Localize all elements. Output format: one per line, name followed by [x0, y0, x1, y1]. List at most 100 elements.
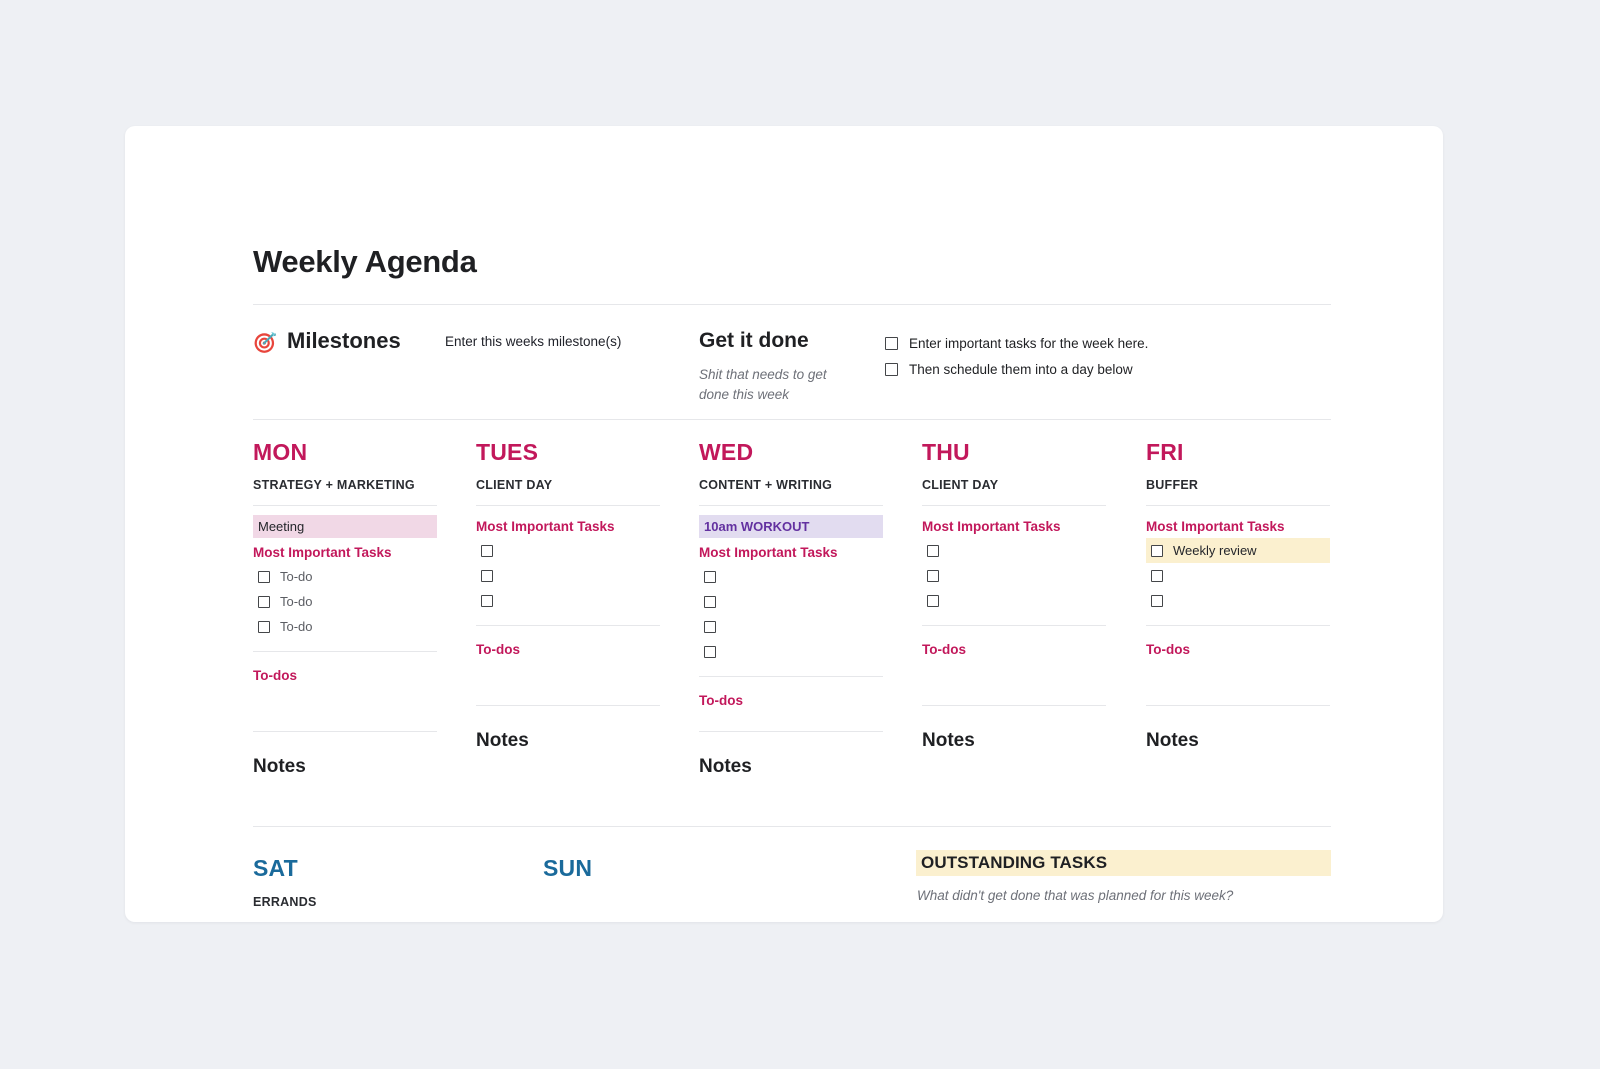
day-theme: STRATEGY + MARKETING: [253, 478, 415, 492]
agenda-card: Weekly Agenda Milestones Enter this week…: [125, 126, 1443, 922]
notes-label: Notes: [253, 756, 306, 777]
checkbox-icon[interactable]: [481, 569, 493, 582]
most-important-tasks-label: Most Important Tasks: [476, 519, 615, 534]
day-column-wed: WED CONTENT + WRITING 10am WORKOUT Most …: [699, 419, 883, 778]
outstanding-tasks-title: OUTSTANDING TASKS: [921, 853, 1108, 872]
task-label: To-do: [280, 594, 313, 609]
get-it-done-block: Get it done Shit that needs to get done …: [699, 329, 829, 404]
week-checklist-label: Then schedule them into a day below: [909, 362, 1133, 377]
task-row[interactable]: To-do: [253, 564, 437, 589]
checkbox-icon[interactable]: [704, 595, 716, 608]
task-row[interactable]: [1146, 588, 1330, 613]
page-title: Weekly Agenda: [253, 244, 477, 279]
week-checklist: Enter important tasks for the week here.…: [885, 331, 1148, 383]
day-divider: [253, 505, 437, 506]
day-divider: [476, 625, 660, 626]
week-grid: MON STRATEGY + MARKETING Meeting Most Im…: [253, 419, 1331, 826]
day-name: FRI: [1146, 439, 1184, 465]
day-divider: [1146, 505, 1330, 506]
week-checklist-item[interactable]: Then schedule them into a day below: [885, 357, 1148, 382]
day-theme: CLIENT DAY: [922, 478, 999, 492]
checkbox-icon[interactable]: [927, 594, 939, 607]
checkbox-icon[interactable]: [1151, 594, 1163, 607]
milestones-hint[interactable]: Enter this weeks milestone(s): [445, 334, 621, 349]
task-row[interactable]: [922, 588, 1106, 613]
day-name: WED: [699, 439, 754, 465]
day-divider: [476, 505, 660, 506]
day-name: MON: [253, 439, 308, 465]
most-important-tasks-label: Most Important Tasks: [253, 545, 392, 560]
agenda-content: Weekly Agenda Milestones Enter this week…: [253, 126, 1331, 922]
day-divider: [922, 505, 1106, 506]
task-label: To-do: [280, 569, 313, 584]
day-divider: [476, 705, 660, 706]
day-column-fri: FRI BUFFER Most Important Tasks Weekly r…: [1146, 419, 1330, 752]
notes-label: Notes: [922, 730, 975, 751]
day-column-sat: SAT ERRANDS: [253, 826, 317, 909]
day-divider: [253, 731, 437, 732]
get-it-done-title: Get it done: [699, 329, 809, 352]
checkbox-icon[interactable]: [258, 570, 270, 583]
day-theme: ERRANDS: [253, 895, 317, 909]
checkbox-icon[interactable]: [885, 363, 898, 376]
task-row[interactable]: [699, 614, 883, 639]
day-divider: [253, 651, 437, 652]
checkbox-icon[interactable]: [704, 620, 716, 633]
task-row[interactable]: [476, 563, 660, 588]
task-row[interactable]: [699, 639, 883, 664]
most-important-tasks-label: Most Important Tasks: [922, 519, 1061, 534]
checkbox-icon[interactable]: [885, 337, 898, 350]
day-divider: [699, 676, 883, 677]
week-checklist-label: Enter important tasks for the week here.: [909, 336, 1149, 351]
header-band: Milestones Enter this weeks milestone(s)…: [253, 304, 1331, 419]
checkbox-icon[interactable]: [258, 595, 270, 608]
day-column-tues: TUES CLIENT DAY Most Important Tasks To-…: [476, 419, 660, 752]
todos-label: To-dos: [1146, 642, 1190, 657]
checkbox-icon[interactable]: [704, 645, 716, 658]
checkbox-icon[interactable]: [704, 570, 716, 583]
checkbox-icon[interactable]: [1151, 569, 1163, 582]
task-row[interactable]: To-do: [253, 589, 437, 614]
task-label: Weekly review: [1173, 543, 1257, 558]
checkbox-icon[interactable]: [1151, 544, 1163, 557]
most-important-tasks-label: Most Important Tasks: [699, 545, 838, 560]
day-name: THU: [922, 439, 970, 465]
day-divider: [922, 625, 1106, 626]
day-schedule-entry[interactable]: Meeting: [253, 515, 437, 538]
todos-label: To-dos: [922, 642, 966, 657]
notes-label: Notes: [476, 730, 529, 751]
target-icon: [253, 329, 278, 354]
task-row[interactable]: [922, 563, 1106, 588]
day-schedule-entry[interactable]: 10am WORKOUT: [699, 515, 883, 538]
day-column-mon: MON STRATEGY + MARKETING Meeting Most Im…: [253, 419, 437, 778]
task-row[interactable]: [476, 588, 660, 613]
day-divider: [922, 705, 1106, 706]
task-row[interactable]: Weekly review: [1146, 538, 1330, 563]
day-divider: [1146, 705, 1330, 706]
task-row[interactable]: [699, 564, 883, 589]
day-divider: [699, 505, 883, 506]
day-name: SAT: [253, 855, 298, 881]
task-row[interactable]: [476, 538, 660, 563]
day-divider: [1146, 625, 1330, 626]
weekend-row: SAT ERRANDS SUN OUTSTANDING TASKS What d…: [253, 826, 1331, 922]
outstanding-tasks-bar: OUTSTANDING TASKS: [916, 850, 1331, 876]
notes-label: Notes: [1146, 730, 1199, 751]
outstanding-tasks-block: OUTSTANDING TASKS What didn't get done t…: [916, 826, 1331, 903]
checkbox-icon[interactable]: [927, 544, 939, 557]
checkbox-icon[interactable]: [258, 620, 270, 633]
checkbox-icon[interactable]: [927, 569, 939, 582]
milestones-label: Milestones: [287, 328, 401, 353]
task-row[interactable]: To-do: [253, 614, 437, 639]
week-checklist-item[interactable]: Enter important tasks for the week here.: [885, 331, 1148, 356]
task-row[interactable]: [1146, 563, 1330, 588]
todos-label: To-dos: [476, 642, 520, 657]
most-important-tasks-label: Most Important Tasks: [1146, 519, 1285, 534]
day-column-thu: THU CLIENT DAY Most Important Tasks To-d…: [922, 419, 1106, 752]
checkbox-icon[interactable]: [481, 544, 493, 557]
task-row[interactable]: [922, 538, 1106, 563]
task-row[interactable]: [699, 589, 883, 614]
todos-label: To-dos: [253, 668, 297, 683]
checkbox-icon[interactable]: [481, 594, 493, 607]
app-background: Weekly Agenda Milestones Enter this week…: [0, 0, 1600, 1069]
